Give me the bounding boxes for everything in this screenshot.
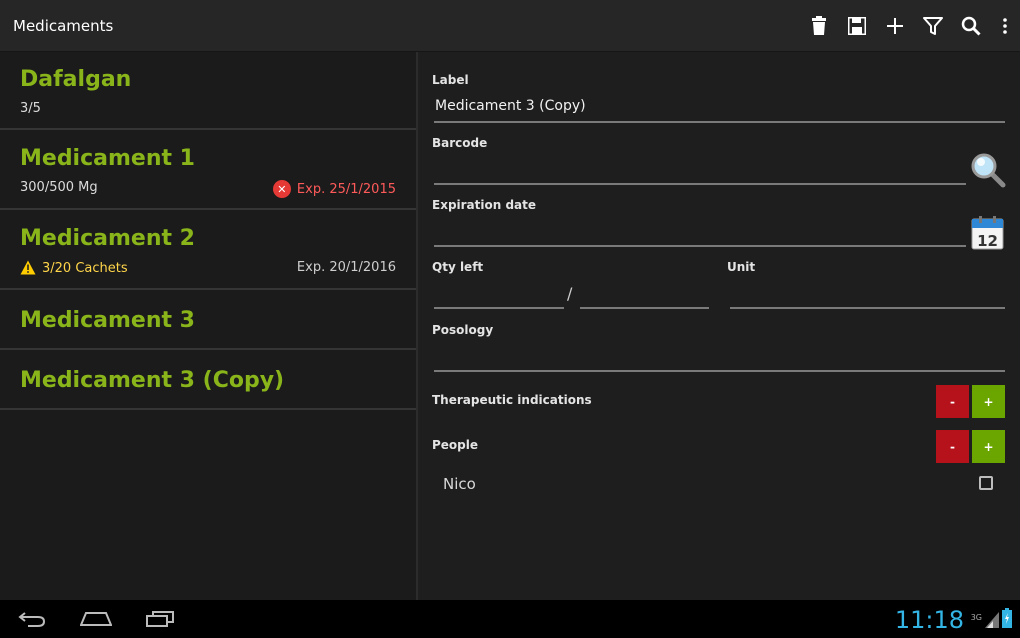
pick-date-button[interactable]: 12 bbox=[971, 216, 1004, 250]
filter-icon bbox=[923, 16, 943, 35]
item-name: Medicament 3 (Copy) bbox=[20, 368, 285, 393]
filter-button[interactable] bbox=[914, 0, 952, 51]
expiration-input-underline bbox=[434, 245, 966, 247]
calendar-day: 12 bbox=[977, 232, 998, 250]
qty-separator: / bbox=[567, 284, 573, 303]
home-button[interactable] bbox=[70, 600, 122, 638]
item-name: Medicament 1 bbox=[20, 146, 195, 171]
item-name: Dafalgan bbox=[20, 67, 132, 92]
unit-input[interactable] bbox=[731, 284, 1005, 306]
add-icon bbox=[887, 17, 903, 34]
label-field-title: Label bbox=[432, 73, 469, 87]
scan-barcode-button[interactable] bbox=[970, 152, 1006, 188]
item-quantity: 3/20 Cachets bbox=[42, 261, 128, 276]
network-type-label: 3G bbox=[970, 613, 982, 622]
therapeutic-indications-title: Therapeutic indications bbox=[432, 393, 592, 407]
list-item-medicament-3-copy[interactable]: Medicament 3 (Copy) bbox=[0, 350, 416, 410]
search-icon bbox=[961, 16, 981, 36]
label-input-underline bbox=[434, 121, 1005, 123]
list-item-medicament-3[interactable]: Medicament 3 bbox=[0, 290, 416, 350]
signal-icon bbox=[985, 612, 999, 628]
expiry-label: Exp. 20/1/2016 bbox=[297, 260, 396, 275]
expiry-label: ✕ Exp. 25/1/2015 bbox=[272, 180, 396, 198]
medicament-list: Dafalgan 3/5 Medicament 1 300/500 Mg ✕ E… bbox=[0, 52, 418, 600]
list-item-medicament-1[interactable]: Medicament 1 300/500 Mg ✕ Exp. 25/1/2015 bbox=[0, 130, 416, 210]
qty-total-input[interactable] bbox=[581, 284, 708, 306]
system-navigation-bar: 11:18 3G bbox=[0, 600, 1020, 638]
person-name: Nico bbox=[443, 475, 476, 493]
qty-total-underline bbox=[580, 307, 709, 309]
item-quantity: 3/5 bbox=[20, 101, 41, 116]
posology-input[interactable] bbox=[435, 347, 1005, 369]
calendar-icon: 12 bbox=[971, 216, 1004, 250]
person-checkbox[interactable] bbox=[979, 476, 993, 490]
remove-indication-button[interactable]: - bbox=[936, 385, 969, 418]
posology-field-title: Posology bbox=[432, 323, 494, 337]
label-input[interactable]: Medicament 3 (Copy) bbox=[435, 98, 1005, 114]
item-quantity: 300/500 Mg bbox=[20, 180, 98, 195]
expiration-input[interactable] bbox=[435, 222, 965, 244]
item-quantity-row: 3/20 Cachets bbox=[20, 260, 128, 276]
delete-button[interactable] bbox=[800, 0, 838, 51]
status-icons: 3G bbox=[971, 608, 1012, 628]
expired-icon: ✕ bbox=[272, 180, 291, 198]
qty-left-field-title: Qty left bbox=[432, 260, 484, 274]
posology-underline bbox=[434, 370, 1005, 372]
battery-icon bbox=[1002, 608, 1012, 628]
unit-field-title: Unit bbox=[727, 260, 756, 274]
barcode-input-underline bbox=[434, 183, 966, 185]
expiry-text: Exp. 20/1/2016 bbox=[296, 260, 396, 275]
home-icon bbox=[80, 612, 112, 626]
save-icon bbox=[848, 16, 866, 35]
overflow-icon bbox=[1003, 17, 1007, 34]
item-name: Medicament 3 bbox=[20, 308, 195, 333]
back-icon bbox=[18, 612, 46, 627]
qty-left-underline bbox=[434, 307, 564, 309]
add-person-button[interactable]: + bbox=[972, 430, 1005, 463]
status-clock: 11:18 bbox=[894, 606, 964, 634]
action-buttons bbox=[800, 0, 1020, 51]
barcode-field-title: Barcode bbox=[432, 136, 488, 150]
barcode-input[interactable] bbox=[435, 160, 965, 182]
recent-apps-button[interactable] bbox=[134, 600, 186, 638]
expiration-field-title: Expiration date bbox=[432, 198, 537, 212]
qty-left-input[interactable] bbox=[435, 284, 563, 306]
save-button[interactable] bbox=[838, 0, 876, 51]
remove-person-button[interactable]: - bbox=[936, 430, 969, 463]
magnifier-icon bbox=[971, 153, 1006, 188]
delete-icon bbox=[812, 15, 826, 35]
list-item-medicament-2[interactable]: Medicament 2 3/20 Cachets Exp. 20/1/2016 bbox=[0, 210, 416, 290]
overflow-menu-button[interactable] bbox=[990, 0, 1020, 51]
recent-apps-icon bbox=[146, 611, 174, 627]
people-title: People bbox=[432, 438, 479, 452]
action-bar: Medicaments bbox=[0, 0, 1020, 52]
medicament-edit-form: Label Medicament 3 (Copy) Barcode Expira… bbox=[420, 52, 1020, 600]
expiry-text: Exp. 25/1/2015 bbox=[296, 181, 396, 197]
back-button[interactable] bbox=[6, 600, 58, 638]
unit-underline bbox=[730, 307, 1005, 309]
add-indication-button[interactable]: + bbox=[972, 385, 1005, 418]
app-title: Medicaments bbox=[13, 16, 114, 35]
list-item-dafalgan[interactable]: Dafalgan 3/5 bbox=[0, 52, 416, 130]
item-name: Medicament 2 bbox=[20, 226, 195, 251]
warning-icon bbox=[20, 260, 36, 275]
add-button[interactable] bbox=[876, 0, 914, 51]
search-button[interactable] bbox=[952, 0, 990, 51]
